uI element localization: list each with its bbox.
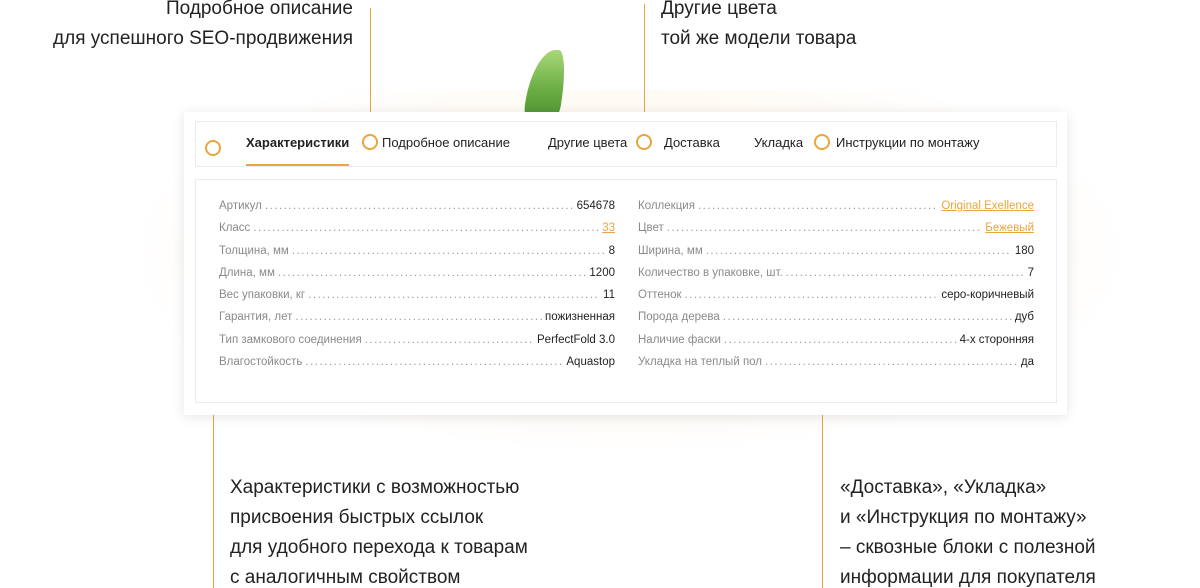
spec-label: Ширина, мм [638,244,703,257]
spec-value: серо-коричневый [941,289,1034,302]
dot-leader [265,200,574,212]
dot-leader [365,334,534,346]
dot-leader [253,222,599,234]
dot-leader [698,200,938,212]
annotation-specs: Характеристики с возможностью присвоения… [230,473,528,588]
dot-leader [278,267,587,279]
spec-label: Порода дерева [638,311,720,324]
spec-row: Укладка на теплый пол да [638,356,1034,378]
spec-row: Количество в упаковке, шт. 7 [638,267,1034,289]
tab-description[interactable]: Подробное описание [382,122,510,166]
spec-row: Класс 33 [219,222,615,244]
dot-leader [786,267,1025,279]
spec-value: 180 [1014,244,1034,257]
tab-delivery[interactable]: Доставка [664,122,720,166]
tab-mounting-instructions[interactable]: Инструкции по монтажу [836,122,979,166]
spec-label: Вес упаковки, кг [219,289,306,302]
dot-leader [765,356,1018,368]
tab-characteristics[interactable]: Характеристики [246,122,350,166]
spec-row: Толщина, мм 8 [219,245,615,267]
spec-row: Порода дерева дуб [638,311,1034,333]
annotation-line: – сквозные блоки с полезной [840,537,1096,558]
annotation-colors: Другие цвета той же модели товара [661,0,856,54]
dot-leader [667,222,983,234]
spec-row: Оттенок серо-коричневый [638,289,1034,311]
annotation-line: Подробное описание [165,0,353,19]
dot-leader [685,289,939,301]
spec-value: 7 [1027,266,1034,279]
annotation-line: информации для покупателя [840,567,1096,588]
spec-value-link[interactable]: Original Exellence [941,200,1034,212]
annotation-line: «Доставка», «Укладка» [840,477,1047,498]
spec-value: PerfectFold 3.0 [537,333,615,346]
spec-row: Коллекция Original Exellence [638,200,1034,222]
annotation-line: Другие цвета [661,0,777,19]
specs-panel: Артикул 654678 Класс 33 Толщина, мм 8 Длина, м… [195,179,1057,403]
dot-leader [723,311,1012,323]
annotation-line: и «Инструкция по монтажу» [840,507,1087,528]
marker-description [362,134,378,150]
dot-leader [724,334,957,346]
spec-label: Наличие фаски [638,333,721,346]
spec-value: 11 [603,289,615,302]
spec-label: Укладка на теплый пол [638,356,763,369]
spec-value: дуб [1014,311,1034,324]
spec-row: Вес упаковки, кг 11 [219,289,615,311]
spec-label: Тип замкового соединения [219,333,362,346]
tab-bar: Характеристики Подробное описание Другие… [195,121,1057,167]
marker-specs [205,140,221,156]
tab-other-colors[interactable]: Другие цвета [548,122,627,166]
product-info-card: Характеристики Подробное описание Другие… [184,112,1067,415]
annotation-line: присвоения быстрых ссылок [230,507,484,528]
spec-label: Длина, мм [219,266,275,279]
spec-row: Длина, мм 1200 [219,267,615,289]
spec-label: Оттенок [638,289,682,302]
spec-label: Толщина, мм [219,244,289,257]
spec-value: 654678 [576,200,615,212]
leaf-decoration [523,50,569,116]
annotation-line: для удобного перехода к товарам [230,537,528,558]
dot-leader [308,289,600,301]
spec-value-link[interactable]: Бежевый [985,222,1034,234]
dot-leader [305,356,563,368]
annotation-info-blocks: «Доставка», «Укладка» и «Инструкция по м… [840,473,1096,588]
spec-label: Артикул [219,200,262,212]
spec-value: Aquastop [566,356,615,369]
dot-leader [295,311,542,323]
specs-column-left: Артикул 654678 Класс 33 Толщина, мм 8 Длина, м… [219,200,615,378]
spec-row: Ширина, мм 180 [638,245,1034,267]
specs-column-right: Коллекция Original Exellence Цвет Бежевый Ши… [638,200,1034,378]
spec-label: Влагостойкость [219,356,303,369]
spec-value-link[interactable]: 33 [602,222,615,234]
marker-colors [636,134,652,150]
annotation-line: с аналогичным свойством [230,567,461,588]
annotation-line: той же модели товара [661,28,857,49]
dot-leader [706,245,1012,257]
annotation-line: Характеристики с возможностью [230,477,520,498]
spec-row: Тип замкового соединения PerfectFold 3.0 [219,334,615,356]
spec-label: Цвет [638,222,664,235]
annotation-line: для успешного SEO-продвижения [53,28,353,49]
spec-row: Цвет Бежевый [638,222,1034,244]
spec-value: 4-х сторонняя [959,333,1034,346]
spec-label: Гарантия, лет [219,311,293,324]
spec-label: Класс [219,222,251,235]
spec-value: пожизненная [545,311,615,324]
spec-row: Гарантия, лет пожизненная [219,311,615,333]
spec-value: 8 [608,244,615,257]
spec-label: Количество в упаковке, шт. [638,266,783,279]
spec-row: Влагостойкость Aquastop [219,356,615,378]
dot-leader [292,245,606,257]
annotation-description: Подробное описание для успешного SEO-про… [53,0,353,54]
marker-info-blocks [814,134,830,150]
spec-value: да [1020,356,1034,369]
spec-label: Коллекция [638,200,695,212]
spec-value: 1200 [589,266,615,279]
spec-row: Артикул 654678 [219,200,615,222]
tab-installation[interactable]: Укладка [754,122,803,166]
spec-row: Наличие фаски 4-х сторонняя [638,334,1034,356]
